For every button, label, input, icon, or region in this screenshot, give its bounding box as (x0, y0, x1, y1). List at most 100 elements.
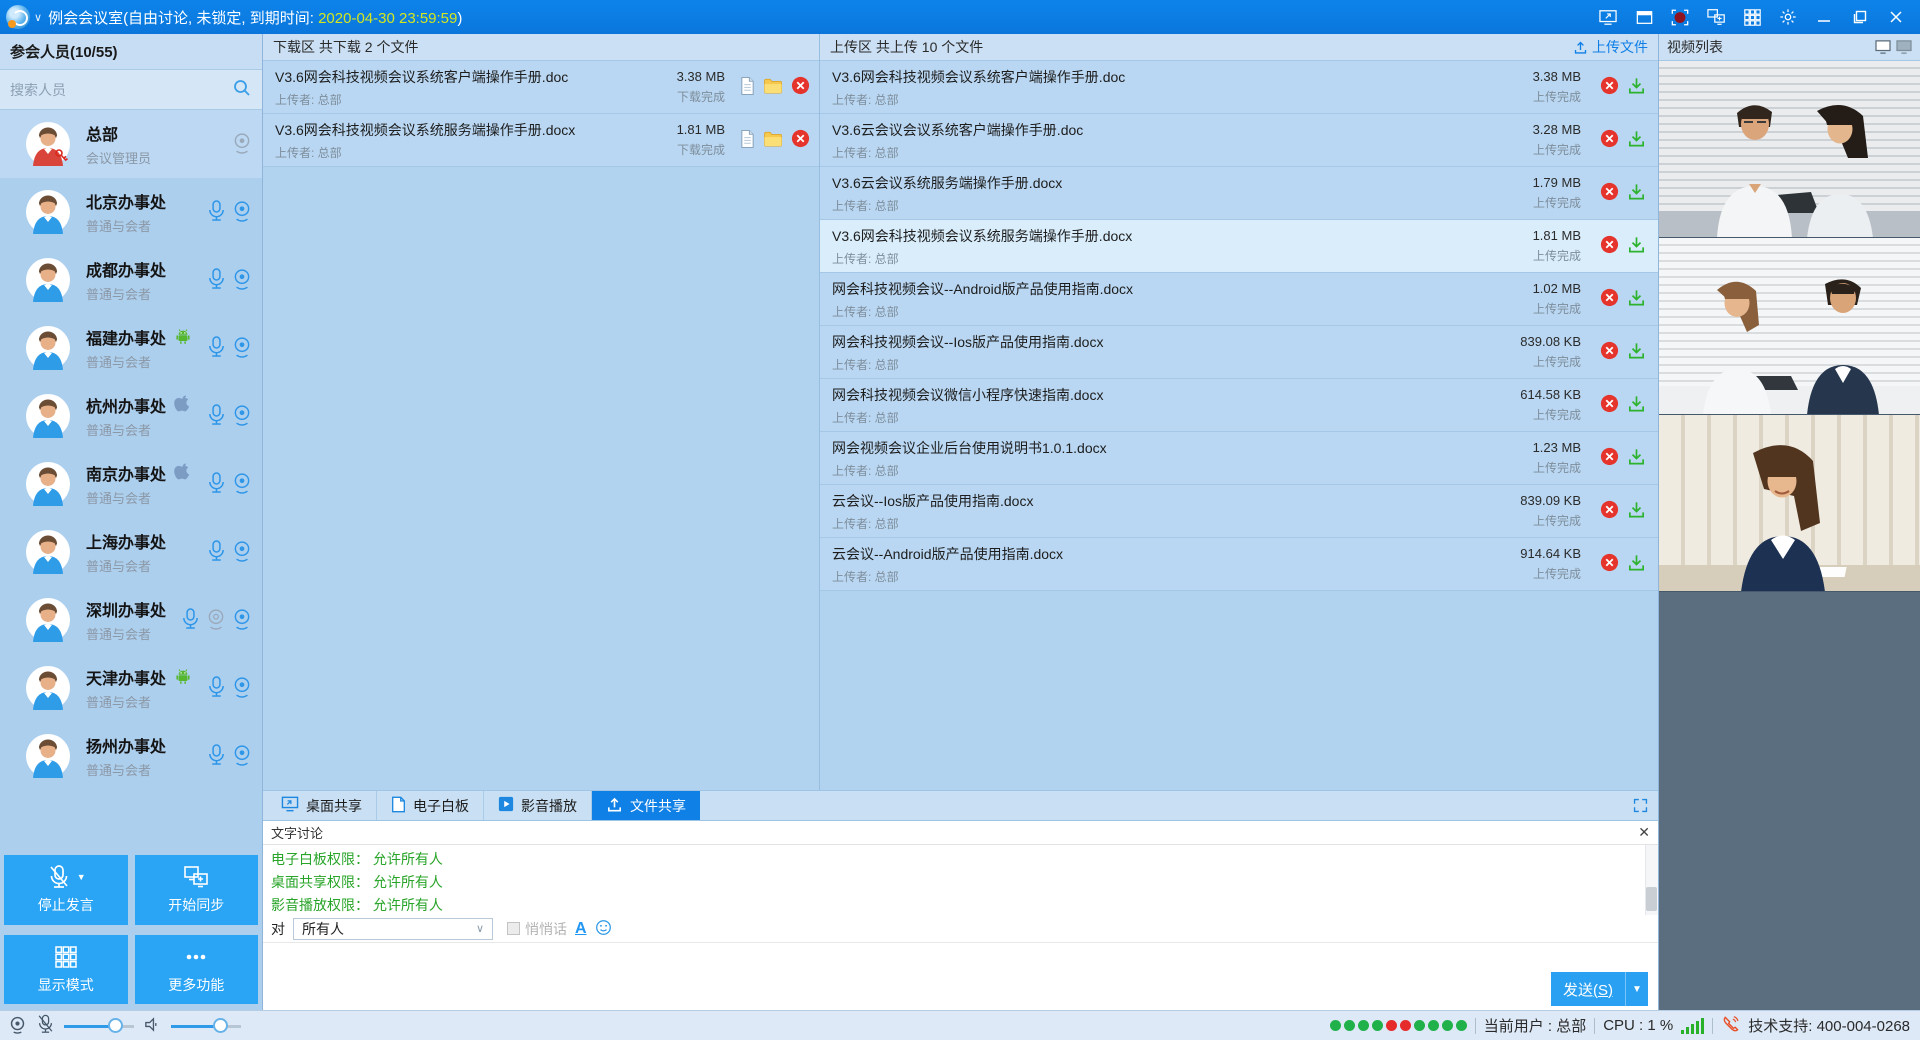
file-row[interactable]: 网会视频会议企业后台使用说明书1.0.1.docx上传者: 总部1.23 MB上… (820, 432, 1658, 485)
mic-icon[interactable] (207, 472, 226, 497)
control-button[interactable]: 更多功能 (135, 935, 259, 1005)
open-folder-icon[interactable] (763, 130, 783, 150)
webcam-status-icon[interactable] (8, 1015, 27, 1037)
speaker-icon[interactable] (143, 1015, 162, 1037)
mic-icon[interactable] (207, 676, 226, 701)
video-thumbnail[interactable] (1659, 61, 1920, 238)
search-input[interactable] (10, 82, 232, 98)
font-button[interactable]: A (575, 920, 587, 938)
delete-icon[interactable] (1599, 128, 1620, 152)
upload-file-button[interactable]: 上传文件 (1573, 37, 1648, 57)
send-button[interactable]: 发送(S) ▼ (1551, 972, 1648, 1006)
delete-icon[interactable] (1599, 393, 1620, 417)
participant-row[interactable]: 福建办事处普通与会者 (0, 314, 262, 382)
open-document-icon[interactable] (739, 129, 756, 152)
mic-icon[interactable] (207, 404, 226, 429)
dropdown-caret-icon[interactable]: ▼ (77, 872, 86, 882)
screen-grey-icon[interactable] (1896, 40, 1912, 54)
open-document-icon[interactable] (739, 76, 756, 99)
chat-close-icon[interactable]: ✕ (1638, 824, 1650, 841)
control-button[interactable]: ▼停止发言 (4, 855, 128, 925)
camera-icon[interactable] (232, 608, 252, 633)
participant-row[interactable]: 杭州办事处普通与会者 (0, 382, 262, 450)
delete-icon[interactable] (1599, 234, 1620, 258)
camera-icon[interactable] (232, 132, 252, 157)
file-row[interactable]: 网会科技视频会议--Android版产品使用指南.docx上传者: 总部1.02… (820, 273, 1658, 326)
maximize-icon[interactable] (1844, 4, 1876, 30)
participant-row[interactable]: 北京办事处普通与会者 (0, 178, 262, 246)
emoji-icon[interactable] (595, 919, 612, 939)
speaker-volume-slider[interactable] (171, 1018, 241, 1034)
participant-row[interactable]: 成都办事处普通与会者 (0, 246, 262, 314)
file-row[interactable]: 网会科技视频会议微信小程序快速指南.docx上传者: 总部614.58 KB上传… (820, 379, 1658, 432)
expand-icon[interactable] (1622, 791, 1658, 820)
whisper-checkbox[interactable]: 悄悄话 (507, 919, 567, 939)
download-icon[interactable] (1627, 447, 1646, 469)
open-folder-icon[interactable] (763, 77, 783, 97)
file-row[interactable]: V3.6云会议系统服务端操作手册.docx上传者: 总部1.79 MB上传完成 (820, 167, 1658, 220)
checkbox-icon[interactable] (507, 922, 520, 935)
file-row[interactable]: V3.6云会议会议系统客户端操作手册.doc上传者: 总部3.28 MB上传完成 (820, 114, 1658, 167)
download-icon[interactable] (1627, 288, 1646, 310)
mic-volume-slider[interactable] (64, 1018, 134, 1034)
participant-row[interactable]: 总部会议管理员 (0, 110, 262, 178)
download-icon[interactable] (1627, 341, 1646, 363)
participant-row[interactable]: 深圳办事处普通与会者 (0, 586, 262, 654)
file-row[interactable]: 云会议--Android版产品使用指南.docx上传者: 总部914.64 KB… (820, 538, 1658, 591)
delete-icon[interactable] (1599, 181, 1620, 205)
control-button[interactable]: 显示模式 (4, 935, 128, 1005)
participant-row[interactable]: 上海办事处普通与会者 (0, 518, 262, 586)
tab-桌面共享[interactable]: 桌面共享 (267, 791, 377, 820)
delete-icon[interactable] (790, 75, 811, 99)
menu-chevron-icon[interactable]: ∨ (34, 11, 42, 24)
download-icon[interactable] (1627, 394, 1646, 416)
camera-icon[interactable] (232, 540, 252, 565)
camera-icon[interactable] (232, 404, 252, 429)
delete-icon[interactable] (1599, 552, 1620, 576)
recipient-select[interactable]: 所有人∨ (293, 918, 493, 940)
download-icon[interactable] (1627, 500, 1646, 522)
delete-icon[interactable] (1599, 287, 1620, 311)
mic-icon[interactable] (207, 200, 226, 225)
delete-icon[interactable] (1599, 446, 1620, 470)
record-icon[interactable] (1664, 4, 1696, 30)
file-row[interactable]: V3.6网会科技视频会议系统服务端操作手册.docx上传者: 总部1.81 MB… (820, 220, 1658, 273)
settings-icon[interactable] (1772, 4, 1804, 30)
download-icon[interactable] (1627, 76, 1646, 98)
send-dropdown-icon[interactable]: ▼ (1626, 984, 1648, 995)
participant-row[interactable]: 南京办事处普通与会者 (0, 450, 262, 518)
message-input[interactable] (263, 943, 1658, 1010)
minimize-icon[interactable] (1808, 4, 1840, 30)
search-icon[interactable] (232, 78, 252, 101)
delete-icon[interactable] (1599, 340, 1620, 364)
file-row[interactable]: V3.6网会科技视频会议系统服务端操作手册.docx上传者: 总部1.81 MB… (263, 114, 819, 167)
sync-screen-icon[interactable] (1700, 4, 1732, 30)
close-icon[interactable] (1880, 4, 1912, 30)
video-thumbnail[interactable] (1659, 238, 1920, 415)
app-logo-icon[interactable] (6, 5, 30, 29)
camera-icon[interactable] (232, 472, 252, 497)
mic-icon[interactable] (181, 608, 200, 633)
download-icon[interactable] (1627, 235, 1646, 257)
download-icon[interactable] (1627, 129, 1646, 151)
tab-电子白板[interactable]: 电子白板 (377, 791, 484, 820)
file-row[interactable]: 网会科技视频会议--Ios版产品使用指南.docx上传者: 总部839.08 K… (820, 326, 1658, 379)
delete-icon[interactable] (790, 128, 811, 152)
grid-icon[interactable] (1736, 4, 1768, 30)
download-icon[interactable] (1627, 553, 1646, 575)
mic-icon[interactable] (207, 336, 226, 361)
file-row[interactable]: V3.6网会科技视频会议系统客户端操作手册.doc上传者: 总部3.38 MB上… (820, 61, 1658, 114)
camera-icon[interactable] (232, 200, 252, 225)
control-button[interactable]: 开始同步 (135, 855, 259, 925)
screen-white-icon[interactable] (1875, 40, 1891, 54)
camera-icon[interactable] (232, 744, 252, 769)
scrollbar-thumb[interactable] (1646, 887, 1657, 911)
participant-row[interactable]: 天津办事处普通与会者 (0, 654, 262, 722)
camera-icon[interactable] (232, 676, 252, 701)
tab-影音播放[interactable]: 影音播放 (484, 791, 592, 820)
screen-share-icon[interactable] (1592, 4, 1624, 30)
file-row[interactable]: 云会议--Ios版产品使用指南.docx上传者: 总部839.09 KB上传完成 (820, 485, 1658, 538)
mic-icon[interactable] (207, 540, 226, 565)
mic-muted-icon[interactable] (36, 1014, 55, 1037)
download-icon[interactable] (1627, 182, 1646, 204)
